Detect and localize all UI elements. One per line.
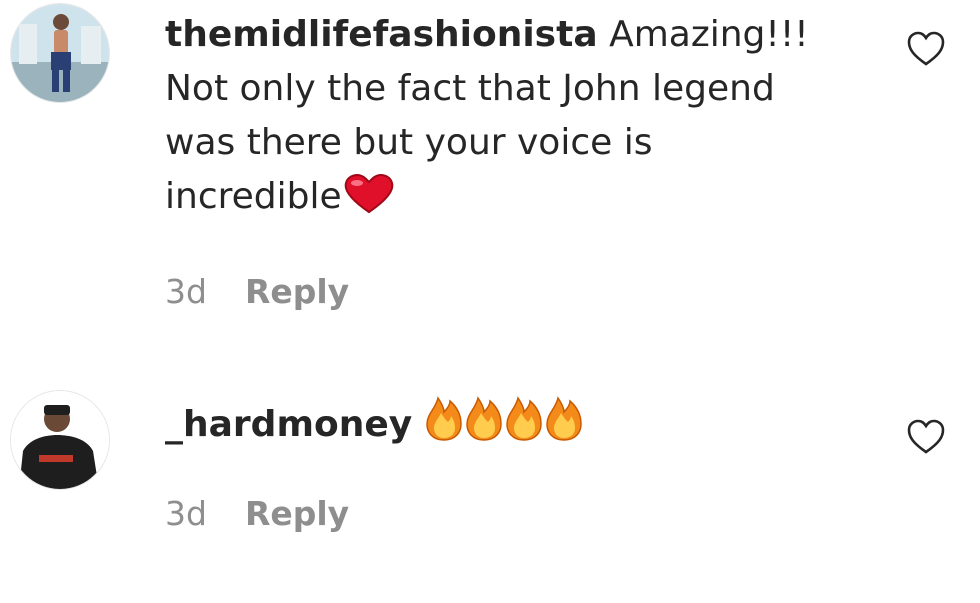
comment-username[interactable]: _hardmoney	[165, 404, 412, 445]
comment-meta: 3d Reply	[165, 494, 349, 533]
like-button[interactable]	[906, 30, 946, 68]
comment-body: themidlifefashionista Amazing!!! Not onl…	[165, 8, 825, 230]
avatar[interactable]	[10, 390, 110, 490]
fire-emoji-icon	[424, 396, 464, 458]
comment-body: _hardmoney	[165, 396, 825, 458]
reply-button[interactable]: Reply	[245, 272, 349, 311]
red-heart-emoji-icon	[342, 172, 396, 230]
fire-emoji-icon	[504, 396, 544, 458]
like-button[interactable]	[906, 418, 946, 456]
avatar-photo-icon	[11, 4, 109, 102]
comment-username[interactable]: themidlifefashionista	[165, 14, 598, 55]
reply-button[interactable]: Reply	[245, 494, 349, 533]
avatar-photo-icon	[11, 391, 109, 489]
heart-outline-icon	[907, 419, 945, 454]
fire-emoji-icon	[544, 396, 584, 458]
comment-timestamp[interactable]: 3d	[165, 494, 207, 533]
avatar[interactable]	[10, 3, 110, 103]
comment-timestamp[interactable]: 3d	[165, 272, 207, 311]
fire-emoji-icon	[464, 396, 504, 458]
comment-meta: 3d Reply	[165, 272, 349, 311]
heart-outline-icon	[907, 31, 945, 66]
